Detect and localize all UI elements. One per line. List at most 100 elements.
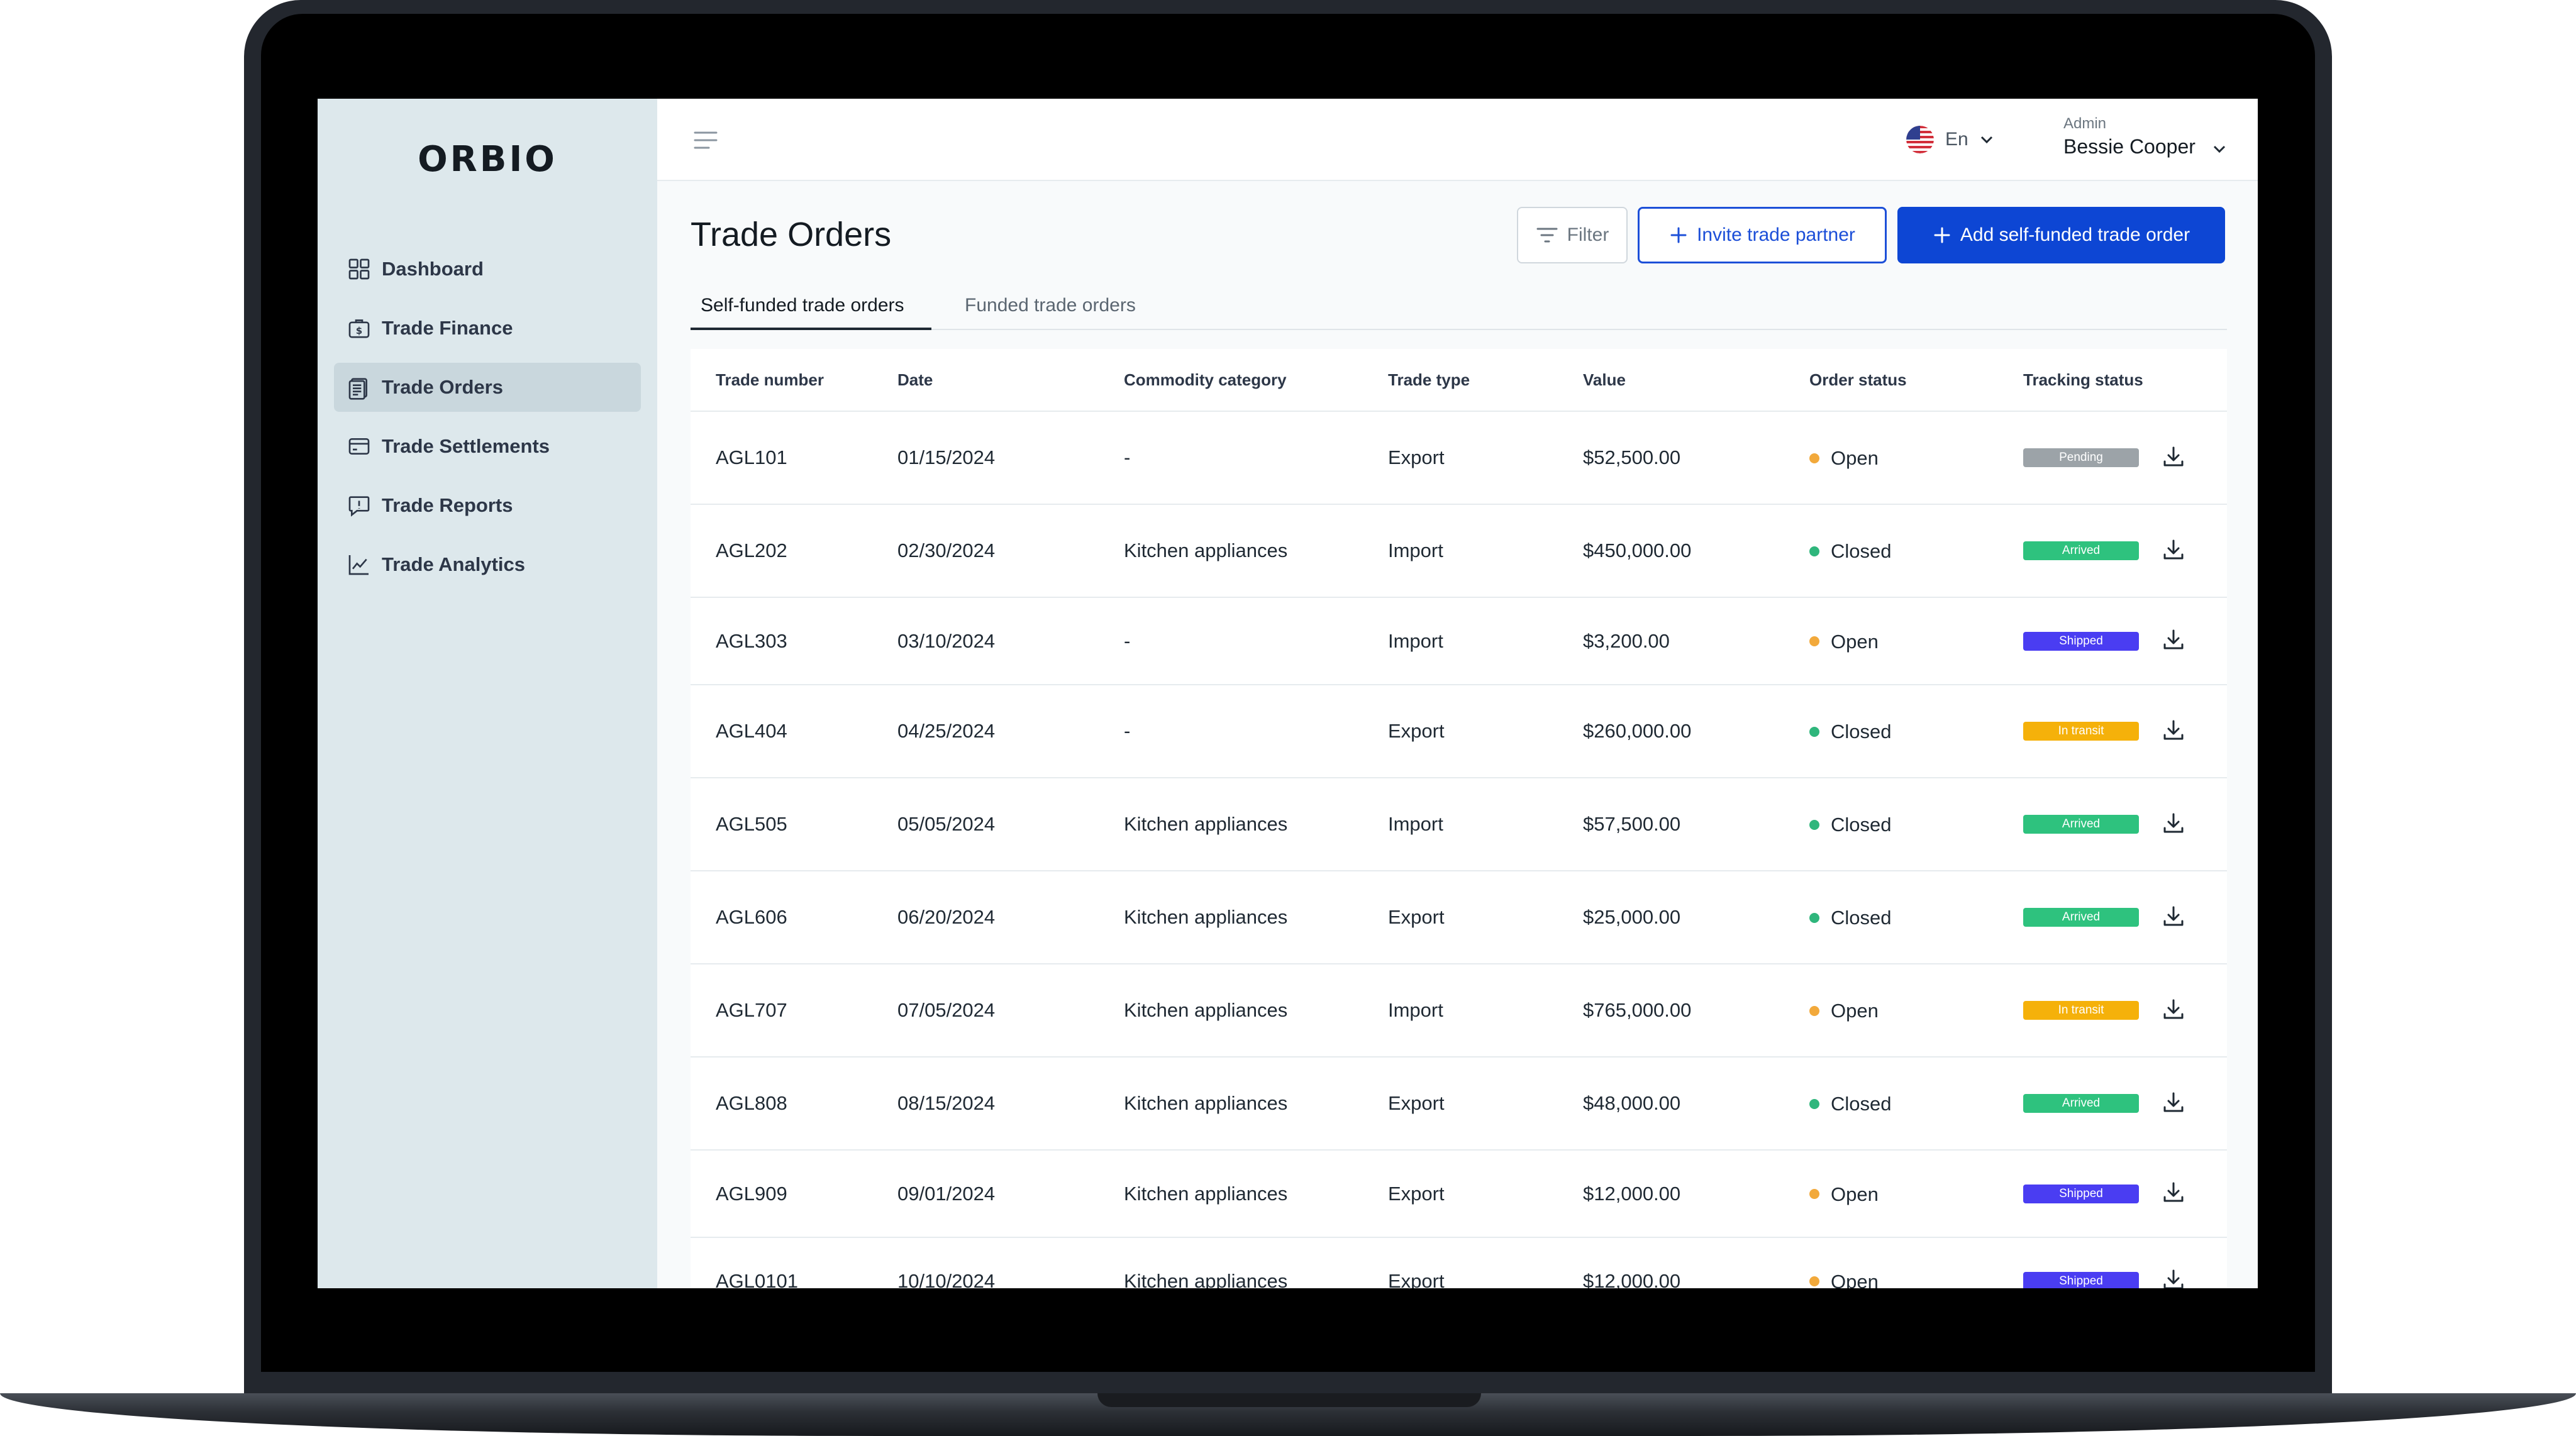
table-row[interactable]: AGL0101 10/10/2024 Kitchen appliances Expor… (691, 1238, 2227, 1288)
order-status-text: Open (1831, 630, 1879, 653)
trade-number-cell[interactable]: AGL303 (716, 630, 787, 653)
invite-trade-partner-button[interactable]: Invite trade partner (1638, 207, 1887, 263)
trade-type-cell: Export (1388, 446, 1445, 468)
value-cell: $57,500.00 (1583, 813, 1681, 835)
commodity-category-cell: Kitchen appliances (1124, 1092, 1288, 1114)
order-status-text: Closed (1831, 720, 1892, 743)
table-row[interactable]: AGL606 06/20/2024 Kitchen appliances Export… (691, 871, 2227, 964)
value-cell: $25,000.00 (1583, 906, 1681, 928)
download-button[interactable] (2161, 903, 2186, 932)
table-row[interactable]: AGL404 04/25/2024 - Export $260,000.00 Closed… (691, 685, 2227, 778)
column-header[interactable]: Trade type (1388, 370, 1470, 390)
table-row[interactable]: AGL202 02/30/2024 Kitchen appliances Import… (691, 505, 2227, 598)
tab-funded[interactable]: Funded trade orders (965, 295, 1136, 316)
status-dot (1809, 912, 1819, 923)
tracking-status-badge: Pending (2023, 448, 2139, 467)
filter-button[interactable]: Filter (1517, 207, 1628, 263)
table-row[interactable]: AGL808 08/15/2024 Kitchen appliances Export… (691, 1058, 2227, 1151)
order-status-cell: Closed (1809, 1091, 1892, 1115)
trade-number-cell[interactable]: AGL505 (716, 813, 787, 836)
value-cell: $450,000.00 (1583, 539, 1692, 561)
order-status-text: Closed (1831, 813, 1892, 836)
download-button[interactable] (2161, 444, 2186, 472)
page-title: Trade Orders (691, 216, 892, 253)
trade-type-cell: Export (1388, 720, 1445, 742)
trade-number-cell[interactable]: AGL202 (716, 539, 787, 562)
date-cell: 07/05/2024 (897, 999, 996, 1021)
trade-number-cell[interactable]: AGL909 (716, 1183, 787, 1205)
date-cell: 02/30/2024 (897, 539, 996, 561)
table-row[interactable]: AGL909 09/01/2024 Kitchen appliances Export… (691, 1151, 2227, 1238)
download-button[interactable] (2161, 537, 2186, 565)
trade-type-cell: Import (1388, 629, 1443, 652)
trade-type-cell: Export (1388, 1182, 1445, 1205)
download-icon (2163, 720, 2184, 739)
tracking-status-cell: Shipped (2023, 1184, 2139, 1203)
column-header[interactable]: Date (897, 370, 933, 390)
table-row[interactable]: AGL707 07/05/2024 Kitchen appliances Import… (691, 964, 2227, 1058)
table-row[interactable]: AGL303 03/10/2024 - Import $3,200.00 Open Ship… (691, 598, 2227, 685)
commodity-category-cell: - (1124, 629, 1131, 652)
order-status-text: Open (1831, 999, 1879, 1022)
tracking-status-cell: In transit (2023, 722, 2139, 741)
column-header[interactable]: Commodity category (1124, 370, 1287, 390)
value-cell: $765,000.00 (1583, 999, 1692, 1021)
trade-type-cell: Import (1388, 999, 1443, 1021)
add-self-funded-trade-order-button[interactable]: Add self-funded trade order (1897, 207, 2225, 263)
trade-number-cell[interactable]: AGL404 (716, 720, 787, 743)
tracking-status-cell: Arrived (2023, 1094, 2139, 1113)
download-button[interactable] (2161, 627, 2186, 655)
tab-self-funded[interactable]: Self-funded trade orders (701, 295, 904, 316)
filter-label: Filter (1567, 224, 1609, 245)
add-label: Add self-funded trade order (1960, 224, 2190, 245)
laptop-notch (1097, 1393, 1481, 1407)
date-cell: 08/15/2024 (897, 1092, 996, 1114)
order-status-cell: Open (1809, 629, 1879, 653)
commodity-category-cell: Kitchen appliances (1124, 906, 1288, 928)
date-cell: 09/01/2024 (897, 1182, 996, 1205)
date-cell: 03/10/2024 (897, 629, 996, 652)
download-button[interactable] (2161, 717, 2186, 746)
trade-number-cell[interactable]: AGL0101 (716, 1270, 798, 1289)
column-header[interactable]: Trade number (716, 370, 824, 390)
download-button[interactable] (2161, 1179, 2186, 1208)
tracking-status-badge: Shipped (2023, 1271, 2139, 1288)
tracking-status-badge: Arrived (2023, 541, 2139, 560)
trade-number-cell[interactable]: AGL606 (716, 906, 787, 929)
trade-type-cell: Export (1388, 1269, 1445, 1289)
value-cell: $260,000.00 (1583, 720, 1692, 742)
value-cell: $12,000.00 (1583, 1182, 1681, 1205)
order-tabs: Self-funded trade orders Funded trade or… (691, 287, 2227, 330)
order-status-cell: Open (1809, 1182, 1879, 1206)
table-body: AGL101 01/15/2024 - Export $52,500.00 Open Pen… (691, 412, 2227, 1288)
trade-number-cell[interactable]: AGL101 (716, 446, 787, 469)
trade-type-cell: Import (1388, 813, 1443, 835)
order-status-text: Open (1831, 1183, 1879, 1205)
status-dot (1809, 726, 1819, 737)
tracking-status-cell: Arrived (2023, 908, 2139, 927)
column-header[interactable]: Tracking status (2023, 370, 2143, 390)
table-row[interactable]: AGL101 01/15/2024 - Export $52,500.00 Open Pen… (691, 412, 2227, 505)
trade-number-cell[interactable]: AGL808 (716, 1092, 787, 1115)
date-cell: 10/10/2024 (897, 1269, 996, 1289)
value-cell: $12,000.00 (1583, 1269, 1681, 1289)
download-icon (2163, 906, 2184, 925)
download-button[interactable] (2161, 997, 2186, 1025)
trade-number-cell[interactable]: AGL707 (716, 999, 787, 1022)
download-button[interactable] (2161, 1267, 2186, 1288)
date-cell: 06/20/2024 (897, 906, 996, 928)
invite-label: Invite trade partner (1697, 224, 1855, 245)
table-row[interactable]: AGL505 05/05/2024 Kitchen appliances Import… (691, 778, 2227, 871)
column-header[interactable]: Order status (1809, 370, 1907, 390)
download-button[interactable] (2161, 810, 2186, 839)
status-dot (1809, 1276, 1819, 1287)
tracking-status-badge: Arrived (2023, 815, 2139, 834)
download-icon (2163, 813, 2184, 832)
status-dot (1809, 453, 1819, 463)
download-icon (2163, 539, 2184, 559)
status-dot (1809, 546, 1819, 556)
order-status-text: Open (1831, 446, 1879, 469)
content-area: Trade Orders Filter Invite trade partner… (318, 99, 2258, 1288)
column-header[interactable]: Value (1583, 370, 1626, 390)
download-button[interactable] (2161, 1090, 2186, 1118)
